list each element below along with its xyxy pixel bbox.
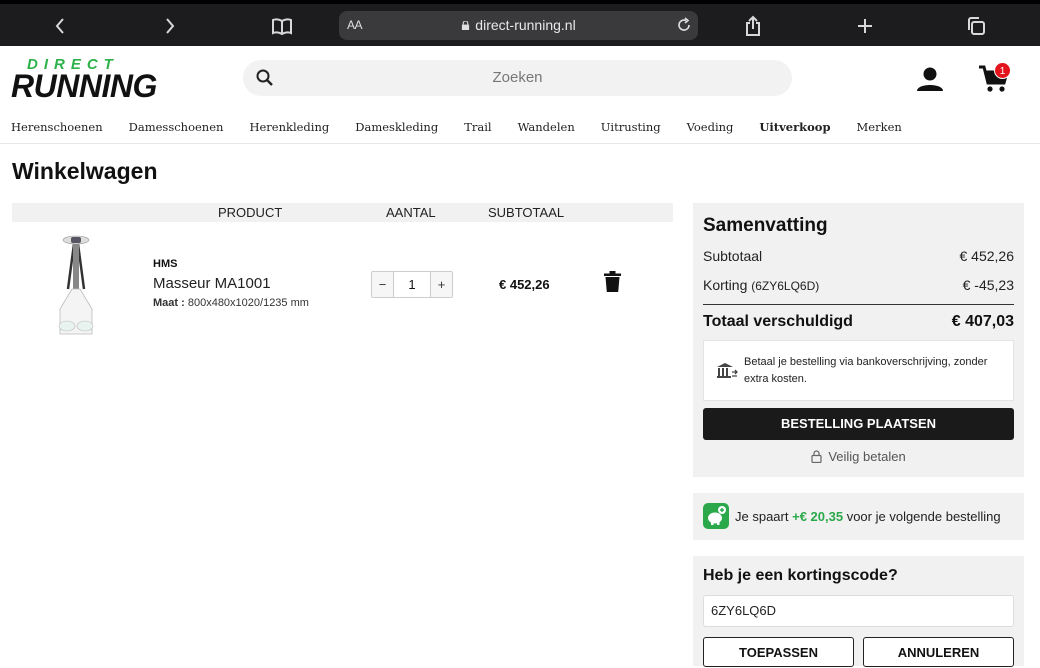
nav-divider [0,143,1040,144]
piggy-bank-icon [703,503,729,529]
place-order-button[interactable]: BESTELLING PLAATSEN [703,408,1014,440]
tabs-icon[interactable] [965,12,987,40]
cancel-coupon-button[interactable]: ANNULEREN [863,637,1014,667]
discount-code: (6ZY6LQ6D) [751,279,820,293]
trash-icon[interactable] [604,271,621,292]
reload-icon[interactable] [676,17,692,33]
site-logo[interactable]: DIRECT RUNNING [11,56,157,104]
savings-amount: +€ 20,35 [792,509,844,524]
forward-icon[interactable] [160,12,180,40]
order-summary: Samenvatting Subtotaal € 452,26 Korting … [693,203,1024,477]
header-product: PRODUCT [218,205,283,220]
cart-table-header: PRODUCT AANTAL SUBTOTAAL [12,203,673,222]
browser-toolbar: AA direct-running.nl [0,0,1040,46]
main-nav: Herenschoenen Damesschoenen Herenkleding… [11,120,928,136]
nav-item-merken[interactable]: Merken [857,120,902,136]
lock-icon [462,21,470,30]
line-subtotal: € 452,26 [499,277,550,292]
lock-icon [811,450,822,464]
apply-coupon-button[interactable]: TOEPASSEN [703,637,854,667]
nav-item-trail[interactable]: Trail [464,120,491,136]
account-icon[interactable] [916,66,944,92]
search-bar[interactable]: Zoeken [243,60,792,96]
summary-discount-value: € -45,23 [962,277,1014,293]
secure-payment-note: Veilig betalen [693,449,1024,464]
nav-item-herenschoenen[interactable]: Herenschoenen [11,120,103,136]
quantity-stepper: − 1 + [371,271,453,298]
header-subtotal: SUBTOTAAL [488,205,565,220]
quantity-decrease-button[interactable]: − [372,272,393,297]
quantity-increase-button[interactable]: + [431,272,452,297]
url-text: direct-running.nl [475,17,576,33]
product-brand: HMS [153,258,178,270]
bank-transfer-notice: Betaal je bestelling via bankoverschrijv… [703,340,1014,401]
nav-item-uitverkoop[interactable]: Uitverkoop [759,120,830,136]
header-quantity: AANTAL [386,205,436,220]
share-icon[interactable] [742,12,764,40]
back-icon[interactable] [50,12,70,40]
nav-item-voeding[interactable]: Voeding [687,120,734,136]
summary-divider [703,304,1014,305]
summary-subtotal-row: Subtotaal € 452,26 [703,248,1014,264]
savings-banner: Je spaart +€ 20,35 voor je volgende best… [693,493,1024,540]
nav-item-uitrusting[interactable]: Uitrusting [601,120,661,136]
bank-icon [717,363,738,378]
coupon-input[interactable]: 6ZY6LQ6D [703,595,1014,627]
product-image[interactable] [54,234,98,336]
nav-item-dameskleding[interactable]: Dameskleding [355,120,438,136]
coupon-section: Heb je een kortingscode? 6ZY6LQ6D TOEPAS… [693,556,1024,667]
bookmarks-icon[interactable] [270,12,294,40]
summary-total-value: € 407,03 [951,313,1014,330]
product-name[interactable]: Masseur MA1001 [153,275,271,292]
quantity-input[interactable]: 1 [393,272,431,297]
summary-total-row: Totaal verschuldigd € 407,03 [703,313,1014,330]
coupon-title: Heb je een kortingscode? [703,567,898,584]
nav-item-herenkleding[interactable]: Herenkleding [249,120,329,136]
summary-title: Samenvatting [703,215,828,236]
nav-item-wandelen[interactable]: Wandelen [518,120,575,136]
summary-discount-row: Korting (6ZY6LQ6D) € -45,23 [703,277,1014,293]
nav-item-damesschoenen[interactable]: Damesschoenen [129,120,224,136]
new-tab-icon[interactable] [854,12,876,40]
cart-count-badge: 1 [994,62,1011,79]
address-bar[interactable]: AA direct-running.nl [339,11,698,40]
search-input[interactable]: Zoeken [243,69,792,86]
product-size: Maat : 800x480x1020/1235 mm [153,297,309,309]
summary-subtotal-value: € 452,26 [959,248,1015,264]
page-title: Winkelwagen [12,158,158,184]
